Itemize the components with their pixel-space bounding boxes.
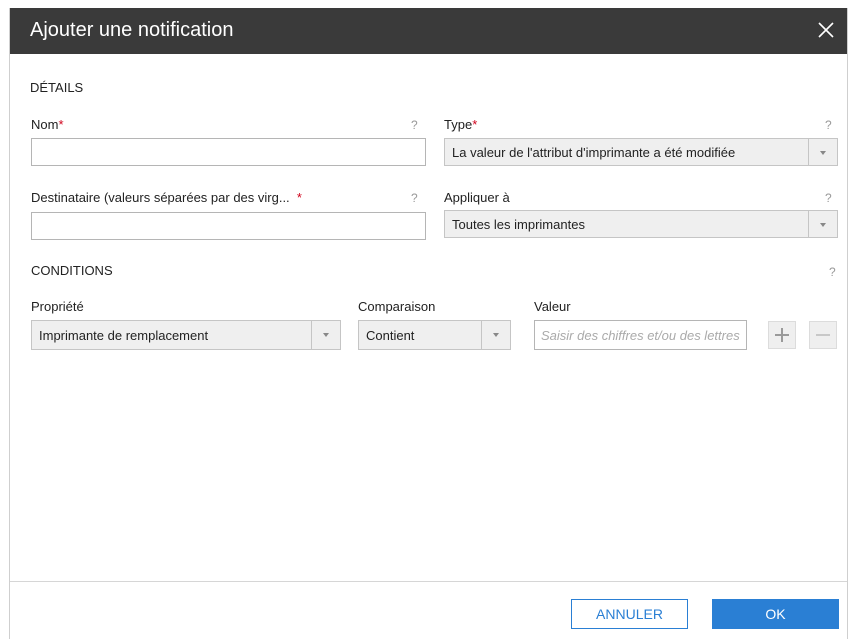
name-input[interactable] <box>31 138 426 166</box>
value-label: Valeur <box>534 299 571 314</box>
comparison-select[interactable]: Contient <box>358 320 511 350</box>
type-label: Type* <box>444 117 478 132</box>
chevron-down-icon[interactable] <box>808 139 837 165</box>
comparison-label: Comparaison <box>358 299 436 314</box>
apply-to-select[interactable]: Toutes les imprimantes <box>444 210 838 238</box>
apply-to-select-value: Toutes les imprimantes <box>452 217 585 232</box>
help-icon[interactable]: ? <box>829 265 836 279</box>
dialog-title: Ajouter une notification <box>30 19 234 41</box>
type-select[interactable]: La valeur de l'attribut d'imprimante a é… <box>444 138 838 166</box>
type-select-value: La valeur de l'attribut d'imprimante a é… <box>452 145 736 160</box>
add-notification-dialog: Ajouter une notification DÉTAILS Nom* ? … <box>9 8 848 639</box>
required-marker: * <box>296 190 302 205</box>
help-icon[interactable]: ? <box>825 118 832 132</box>
dialog-titlebar: Ajouter une notification <box>10 8 847 54</box>
recipient-input[interactable] <box>31 212 426 240</box>
cancel-button[interactable]: ANNULER <box>571 599 688 629</box>
name-label: Nom* <box>31 117 64 132</box>
help-icon[interactable]: ? <box>825 191 832 205</box>
required-marker: * <box>472 117 478 132</box>
comparison-select-value: Contient <box>366 328 415 343</box>
required-marker: * <box>58 117 64 132</box>
chevron-down-icon[interactable] <box>481 321 510 349</box>
help-icon[interactable]: ? <box>411 118 418 132</box>
help-icon[interactable]: ? <box>411 191 418 205</box>
remove-condition-button[interactable] <box>809 321 837 349</box>
conditions-section-title: CONDITIONS <box>31 263 113 278</box>
property-select-value: Imprimante de remplacement <box>39 328 209 343</box>
details-section-title: DÉTAILS <box>30 80 84 95</box>
ok-button[interactable]: OK <box>712 599 839 629</box>
chevron-down-icon[interactable] <box>311 321 340 349</box>
minus-icon <box>816 334 830 336</box>
chevron-down-icon[interactable] <box>808 211 837 237</box>
value-input[interactable] <box>534 320 747 350</box>
plus-icon <box>775 328 789 342</box>
property-label: Propriété <box>31 299 84 314</box>
add-condition-button[interactable] <box>768 321 796 349</box>
apply-to-label: Appliquer à <box>444 190 510 205</box>
recipient-label: Destinataire (valeurs séparées par des v… <box>31 190 302 205</box>
close-icon[interactable] <box>815 19 837 41</box>
property-select[interactable]: Imprimante de remplacement <box>31 320 341 350</box>
footer-divider <box>10 581 847 582</box>
